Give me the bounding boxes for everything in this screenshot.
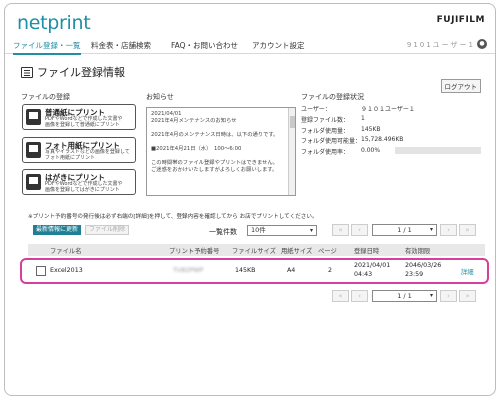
row-checkbox[interactable] [36,266,46,276]
pager-bottom: « ‹ 1 / 1 ▾ › » [332,290,482,302]
cell-reservation: TU82PWP [173,267,204,274]
table-row[interactable]: Excel2013 TU82PWP 145KB A4 2 2021/04/01 … [28,260,485,282]
plain-paper-button[interactable]: 普通紙にプリント PDFやWordなどで作成した文書や 画像を登録して普通紙にプリ… [22,104,136,130]
col-pages: ページ [318,248,337,255]
notice-scrollbar[interactable] [288,108,295,195]
notice-box[interactable]: 2021/04/01 2021年4月メンテナンスのお知らせ 2021年4月のメン… [146,107,296,196]
col-expires: 有効期限 [405,248,431,255]
logout-button[interactable]: ログアウト [440,79,481,93]
page-title-text: ファイル登録情報 [37,66,125,79]
tab-price-store[interactable]: 料金表・店舗検索 [91,40,151,51]
list-icon [21,66,33,78]
refresh-button[interactable]: 最新情報に更新 [33,225,82,235]
first-page-button[interactable]: « [332,224,349,236]
notice-line: 2021年4月メンテナンスのお知らせ [151,118,237,124]
cell-size: 145KB [235,267,256,274]
cell-pages: 2 [328,267,333,274]
next-page-button[interactable]: › [440,290,457,302]
col-registered: 登録日時 [354,248,380,255]
status-usage-rate: フォルダ使用率： 0.00% [301,147,381,156]
prev-page-button[interactable]: ‹ [351,290,368,302]
last-page-button[interactable]: » [459,224,476,236]
cell-file-name: Excel2013 [50,267,83,274]
last-page-button[interactable]: » [459,290,476,302]
notice-line: ご迷惑をおかけいたしますがよろしくお願いします。 [151,167,278,173]
user-icon[interactable]: ● [477,39,487,49]
cell-expires-date: 2046/03/26 [405,262,442,269]
notice-line [151,153,291,160]
fujifilm-logo: FUJIFILM [436,15,485,25]
status-usage: フォルダ使用量： 145KB [301,126,381,135]
netprint-logo[interactable]: netprint [17,12,91,34]
print-note: ※プリント予約番号の発行後は必ず右端の[詳細]を押して、登録内容を確認してから … [28,214,318,220]
photo-paper-desc: 写真やイラストなどの画像を登録して フォト用紙にプリント [45,149,130,161]
prev-page-button[interactable]: ‹ [351,224,368,236]
col-file-name: ファイル名 [50,248,82,255]
next-page-button[interactable]: › [440,224,457,236]
user-id: 9101ユーザー1 [406,41,475,49]
notice-line: 2021年4月のメンテナンス日時は、以下の通りです。 [151,132,279,138]
notice-line: 2021/04/01 [151,111,182,117]
notice-line [151,139,291,146]
cell-paper: A4 [287,267,296,274]
first-page-button[interactable]: « [332,290,349,302]
usage-progress-bar [395,147,481,154]
cell-registered-date: 2021/04/01 [354,262,391,269]
detail-link[interactable]: 詳細 [461,267,474,276]
plain-paper-desc: PDFやWordなどで作成した文書や 画像を登録して普通紙にプリント [45,116,123,128]
main-nav: ファイル登録・一覧 料金表・店舗検索 FAQ・お問い合わせ アカウント設定 91… [5,37,495,55]
page-select[interactable]: 1 / 1 ▾ [372,224,437,236]
cell-expires-time: 23:59 [405,271,424,278]
col-paper-size: 用紙サイズ [281,248,313,255]
document-icon [26,109,41,125]
notice-line: ■2021年4月21日（水） 100〜6:00 [151,146,242,152]
col-file-size: ファイルサイズ [232,248,276,255]
photo-paper-button[interactable]: フォト用紙にプリント 写真やイラストなどの画像を登録して フォト用紙にプリント [22,137,136,163]
notice-line [151,125,291,132]
app-window: netprint FUJIFILM ファイル登録・一覧 料金表・店舗検索 FAQ… [4,3,496,396]
cell-registered-time: 04:43 [354,271,373,278]
tab-file-list[interactable]: ファイル登録・一覧 [13,40,81,55]
notice-line: この時間帯のファイル登録やプリントはできません。 [151,160,278,166]
tab-account[interactable]: アカウント設定 [252,40,305,51]
list-count-select[interactable]: 10件 ▾ [247,225,317,236]
tab-faq[interactable]: FAQ・お問い合わせ [171,40,238,51]
postcard-icon [26,174,41,190]
postcard-button[interactable]: はがきにプリント PDFやWordなどで作成した文書や 画像を登録してはがきにプリ… [22,169,136,195]
page-title: ファイル登録情報 [21,64,125,80]
status-available: フォルダ使用可能量： 15,728.496KB [301,136,404,145]
postcard-desc: PDFやWordなどで作成した文書や 画像を登録してはがきにプリント [45,181,123,193]
register-heading: ファイルの登録 [21,93,70,101]
delete-file-button[interactable]: ファイル削除 [85,225,130,235]
list-count-label: 一覧件数 [209,228,237,236]
col-reservation: プリント予約番号 [169,248,220,255]
status-user: ユーザー： ９１０１ユーザー１ [301,106,415,113]
status-heading: ファイルの登録状況 [301,93,364,101]
photo-icon [26,142,41,158]
notice-heading: お知らせ [146,93,174,101]
table-header: ファイル名 プリント予約番号 ファイルサイズ 用紙サイズ ページ 登録日時 有効… [28,244,485,256]
status-file-count: 登録ファイル数： 1 [301,115,365,124]
chevron-down-icon: ▾ [309,227,313,234]
pager-top: « ‹ 1 / 1 ▾ › » [332,224,482,236]
page-select[interactable]: 1 / 1 ▾ [372,290,437,302]
